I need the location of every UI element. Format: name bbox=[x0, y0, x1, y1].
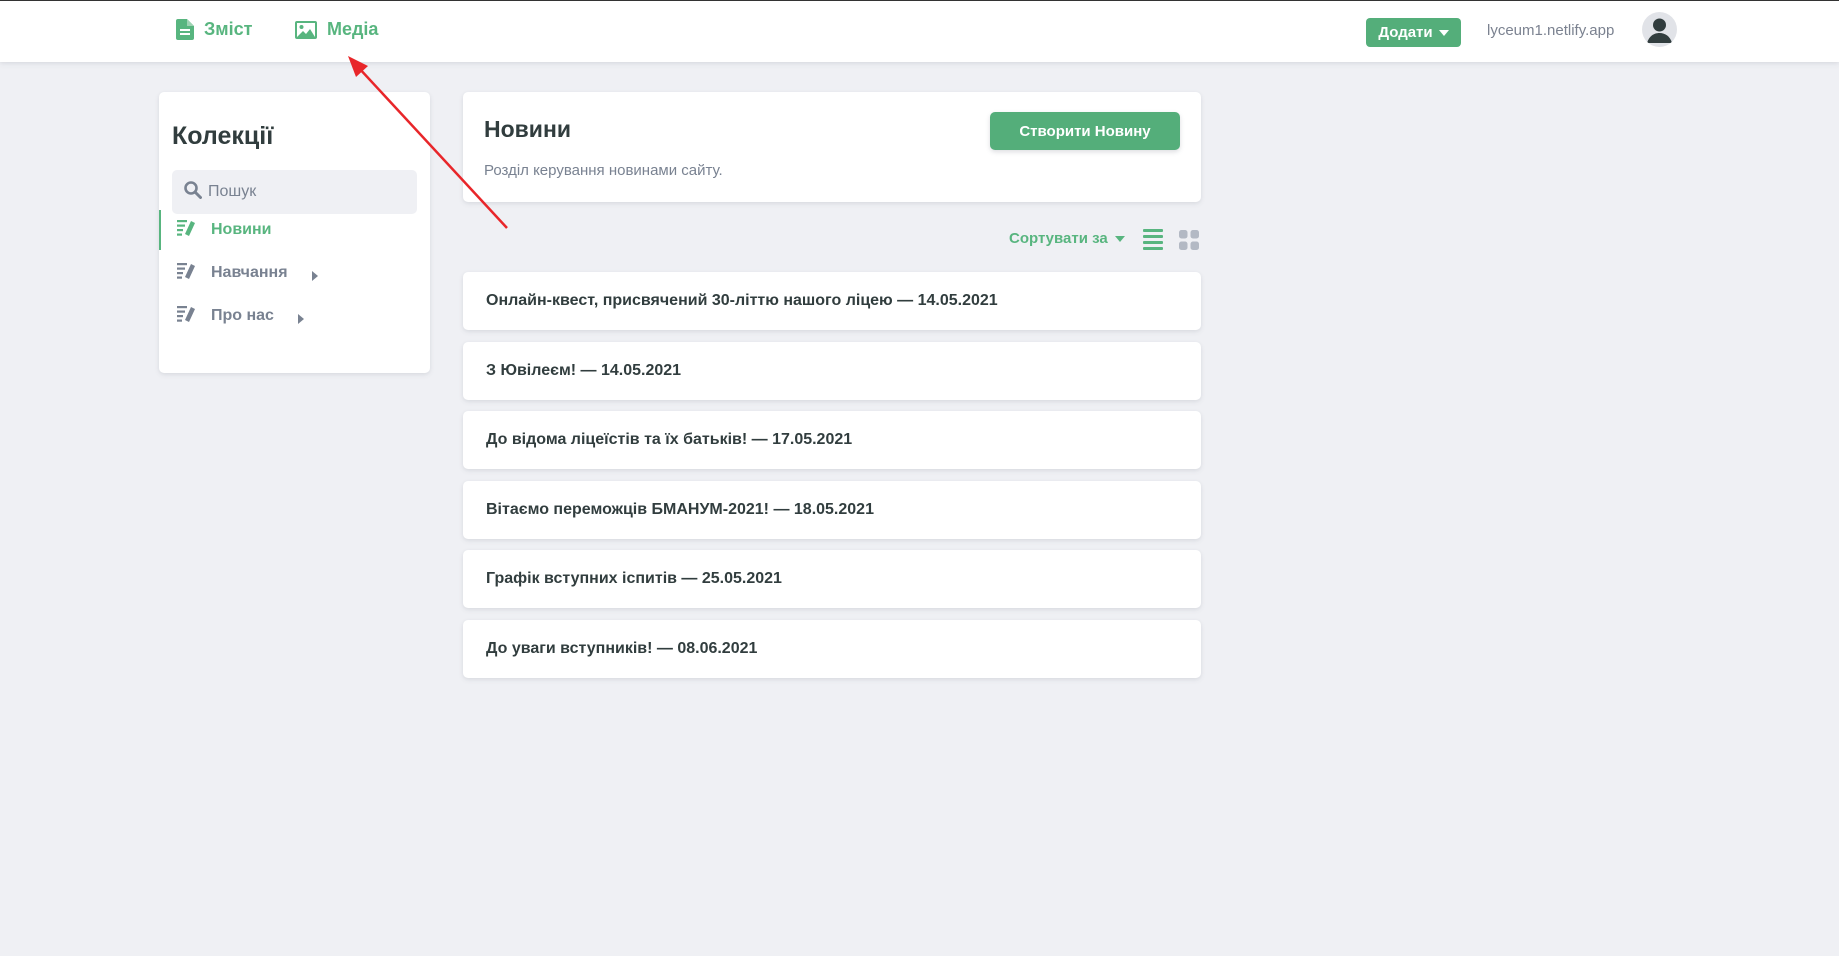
sidebar-item-label: Про нас bbox=[211, 307, 274, 324]
sidebar-title: Колекції bbox=[172, 122, 274, 150]
chevron-right-icon bbox=[297, 314, 304, 324]
entry-card[interactable]: Графік вступних іспитів — 25.05.2021 bbox=[463, 550, 1201, 608]
add-dropdown-button[interactable]: Додати bbox=[1366, 18, 1461, 47]
collection-header-card: Новини Розділ керування новинами сайту. … bbox=[463, 92, 1201, 202]
user-avatar-button[interactable] bbox=[1642, 12, 1677, 47]
search-icon bbox=[184, 180, 202, 204]
collection-icon bbox=[177, 305, 197, 327]
site-url-link[interactable]: lyceum1.netlify.app bbox=[1487, 22, 1614, 39]
entry-card[interactable]: До уваги вступників! — 08.06.2021 bbox=[463, 620, 1201, 678]
entry-card[interactable]: Онлайн-квест, присвячений 30-літтю нашог… bbox=[463, 272, 1201, 330]
sort-dropdown[interactable]: Сортувати за bbox=[1009, 230, 1125, 247]
chevron-right-icon bbox=[311, 271, 318, 281]
collections-sidebar: Колекції Новини bbox=[159, 92, 430, 373]
collection-description: Розділ керування новинами сайту. bbox=[484, 162, 723, 179]
sidebar-item-news[interactable]: Новини bbox=[159, 210, 430, 250]
top-navbar: Зміст Медіа Додати lyceum1.netlify.app bbox=[0, 0, 1839, 62]
sidebar-item-label: Новини bbox=[211, 221, 272, 238]
grid-view-icon[interactable] bbox=[1178, 229, 1200, 256]
chevron-down-icon bbox=[1438, 29, 1449, 36]
nav-media-link[interactable]: Медіа bbox=[295, 19, 378, 40]
collection-icon bbox=[177, 262, 197, 284]
entry-card[interactable]: З Ювілеєм! — 14.05.2021 bbox=[463, 342, 1201, 400]
nav-content-link[interactable]: Зміст bbox=[176, 19, 252, 40]
document-icon bbox=[176, 19, 194, 40]
add-button-label: Додати bbox=[1378, 24, 1433, 41]
search-input[interactable] bbox=[208, 183, 408, 201]
collection-title: Новини bbox=[484, 116, 571, 142]
list-view-icon[interactable] bbox=[1142, 228, 1164, 255]
sidebar-item-label: Навчання bbox=[211, 264, 288, 281]
create-entry-button[interactable]: Створити Новину bbox=[990, 112, 1180, 150]
chevron-down-icon bbox=[1114, 235, 1125, 242]
image-icon bbox=[295, 20, 317, 39]
sidebar-item-education[interactable]: Навчання bbox=[159, 253, 430, 293]
entry-card[interactable]: До відома ліцеїстів та їх батьків! — 17.… bbox=[463, 411, 1201, 469]
nav-content-label: Зміст bbox=[204, 19, 253, 39]
search-box[interactable] bbox=[172, 170, 417, 214]
entry-card[interactable]: Вітаємо переможців БМАНУМ-2021! — 18.05.… bbox=[463, 481, 1201, 539]
sort-label: Сортувати за bbox=[1009, 230, 1108, 247]
user-icon bbox=[1642, 18, 1677, 47]
nav-media-label: Медіа bbox=[327, 19, 379, 39]
sidebar-item-about[interactable]: Про нас bbox=[159, 296, 430, 336]
collection-icon bbox=[177, 219, 197, 241]
